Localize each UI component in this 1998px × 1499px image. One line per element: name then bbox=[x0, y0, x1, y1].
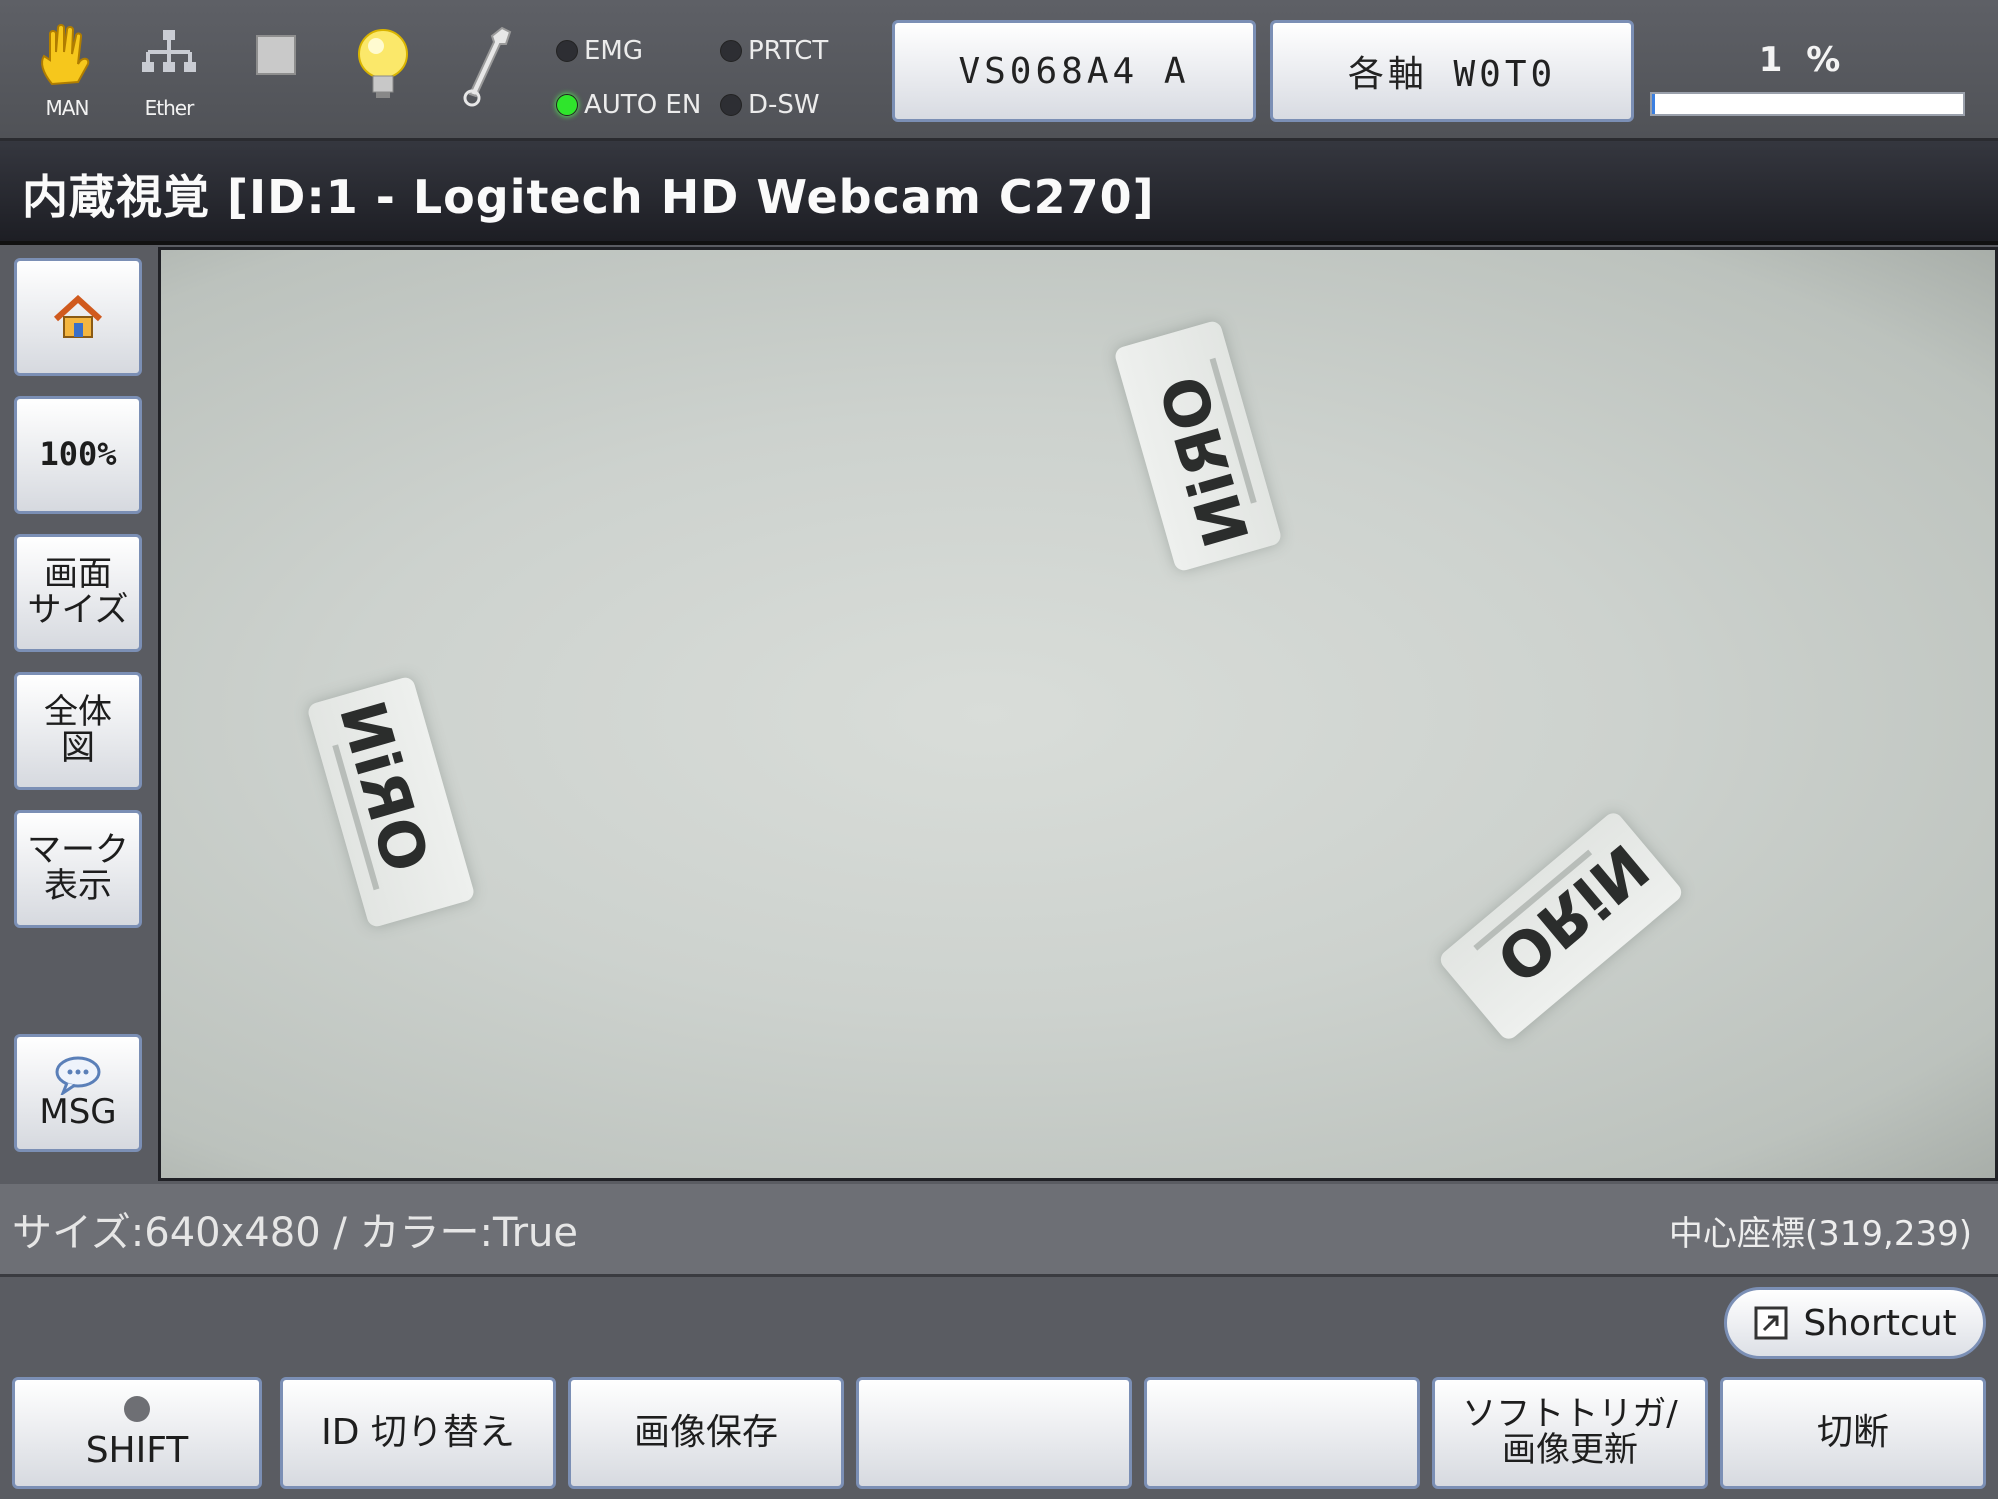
shortcut-label: Shortcut bbox=[1803, 1302, 1957, 1344]
zoom-100-label: 100% bbox=[39, 435, 117, 474]
tool-settings[interactable] bbox=[448, 22, 530, 126]
prtct-lamp bbox=[720, 40, 742, 62]
auto-en-label: AUTO EN bbox=[584, 90, 702, 120]
home-button[interactable] bbox=[14, 258, 142, 376]
speed-progress-bar[interactable] bbox=[1650, 92, 1965, 116]
home-icon bbox=[53, 295, 103, 338]
mark-display-label: マーク 表示 bbox=[27, 830, 129, 906]
orin-label-object: ORiN bbox=[1113, 319, 1283, 573]
overview-button[interactable]: 全体 図 bbox=[14, 672, 142, 790]
network-icon bbox=[142, 30, 196, 72]
robot-select-button[interactable]: VS068A4 A bbox=[892, 20, 1256, 122]
save-image-label: 画像保存 bbox=[633, 1412, 778, 1454]
orin-label-text: ORiN bbox=[324, 693, 443, 881]
shift-indicator-lamp bbox=[124, 1396, 150, 1423]
camera-image-view[interactable]: ORiN ORiN ORiN bbox=[158, 247, 1998, 1181]
f4-button[interactable] bbox=[856, 1377, 1132, 1489]
emg-lamp bbox=[556, 40, 578, 62]
f5-button[interactable] bbox=[1144, 1377, 1420, 1489]
speed-percent-label: 1 % bbox=[1758, 40, 1847, 80]
id-switch-label: ID 切り替え bbox=[321, 1412, 515, 1454]
ether-indicator[interactable]: Ether bbox=[128, 22, 210, 126]
orin-label-text: ORiN bbox=[1146, 367, 1265, 555]
auto-en-lamp bbox=[556, 94, 578, 116]
soft-trigger-button[interactable]: ソフトトリガ/ 画像更新 bbox=[1432, 1377, 1708, 1489]
image-size-color-info: サイズ:640x480 / カラー:True bbox=[12, 1210, 578, 1256]
lightbulb-icon bbox=[358, 29, 408, 98]
disconnect-button[interactable]: 切断 bbox=[1720, 1377, 1986, 1489]
speed-progress-fill bbox=[1652, 94, 1656, 114]
dsw-label: D-SW bbox=[748, 90, 820, 120]
emg-label: EMG bbox=[584, 36, 644, 66]
screen-size-button[interactable]: 画面 サイズ bbox=[14, 534, 142, 652]
stop-square-icon bbox=[256, 35, 296, 75]
top-status-bar: MAN Ether EMG PRTCT AUTO EN D-SW VS068A4… bbox=[0, 0, 1998, 141]
dsw-lamp bbox=[720, 94, 742, 116]
wrench-icon bbox=[463, 26, 512, 107]
shift-label: SHIFT bbox=[85, 1430, 189, 1472]
msg-label: MSG bbox=[39, 1092, 117, 1133]
orin-label-object: ORiN bbox=[306, 675, 476, 929]
window-title-bar: 内蔵視覚 [ID:1 - Logitech HD Webcam C270] bbox=[0, 141, 1998, 245]
prtct-status: PRTCT bbox=[720, 34, 828, 68]
light-indicator[interactable] bbox=[342, 22, 424, 126]
image-info-bar: サイズ:640x480 / カラー:True 中心座標(319,239) bbox=[0, 1184, 1998, 1277]
emg-status: EMG bbox=[556, 34, 643, 68]
axis-mode-button[interactable]: 各軸 W0T0 bbox=[1270, 20, 1634, 122]
orin-label-text: ORiN bbox=[1482, 829, 1663, 998]
chat-bubble-icon bbox=[55, 1056, 101, 1096]
save-image-button[interactable]: 画像保存 bbox=[568, 1377, 844, 1489]
msg-button[interactable]: MSG bbox=[14, 1034, 142, 1152]
shift-button[interactable]: SHIFT bbox=[12, 1377, 262, 1489]
zoom-100-button[interactable]: 100% bbox=[14, 396, 142, 514]
shortcut-button[interactable]: Shortcut bbox=[1724, 1287, 1986, 1359]
overview-label: 全体 図 bbox=[44, 692, 112, 768]
page-title: 内蔵視覚 [ID:1 - Logitech HD Webcam C270] bbox=[22, 170, 1155, 224]
mark-display-button[interactable]: マーク 表示 bbox=[14, 810, 142, 928]
ether-label: Ether bbox=[144, 96, 195, 120]
dsw-status: D-SW bbox=[720, 88, 820, 122]
screen-size-label: 画面 サイズ bbox=[27, 554, 129, 630]
center-coordinates: 中心座標(319,239) bbox=[1668, 1214, 1972, 1254]
orin-label-object: ORiN bbox=[1436, 809, 1686, 1043]
manual-mode-label: MAN bbox=[45, 96, 90, 120]
manual-mode-indicator[interactable]: MAN bbox=[26, 22, 108, 126]
disconnect-label: 切断 bbox=[1816, 1412, 1889, 1454]
auto-en-status: AUTO EN bbox=[556, 88, 701, 122]
shortcut-arrow-icon bbox=[1754, 1306, 1788, 1340]
prtct-label: PRTCT bbox=[748, 36, 829, 66]
soft-trigger-label: ソフトトリガ/ 画像更新 bbox=[1462, 1394, 1678, 1470]
id-switch-button[interactable]: ID 切り替え bbox=[280, 1377, 556, 1489]
hand-icon bbox=[41, 24, 90, 86]
stop-indicator[interactable] bbox=[232, 22, 314, 126]
